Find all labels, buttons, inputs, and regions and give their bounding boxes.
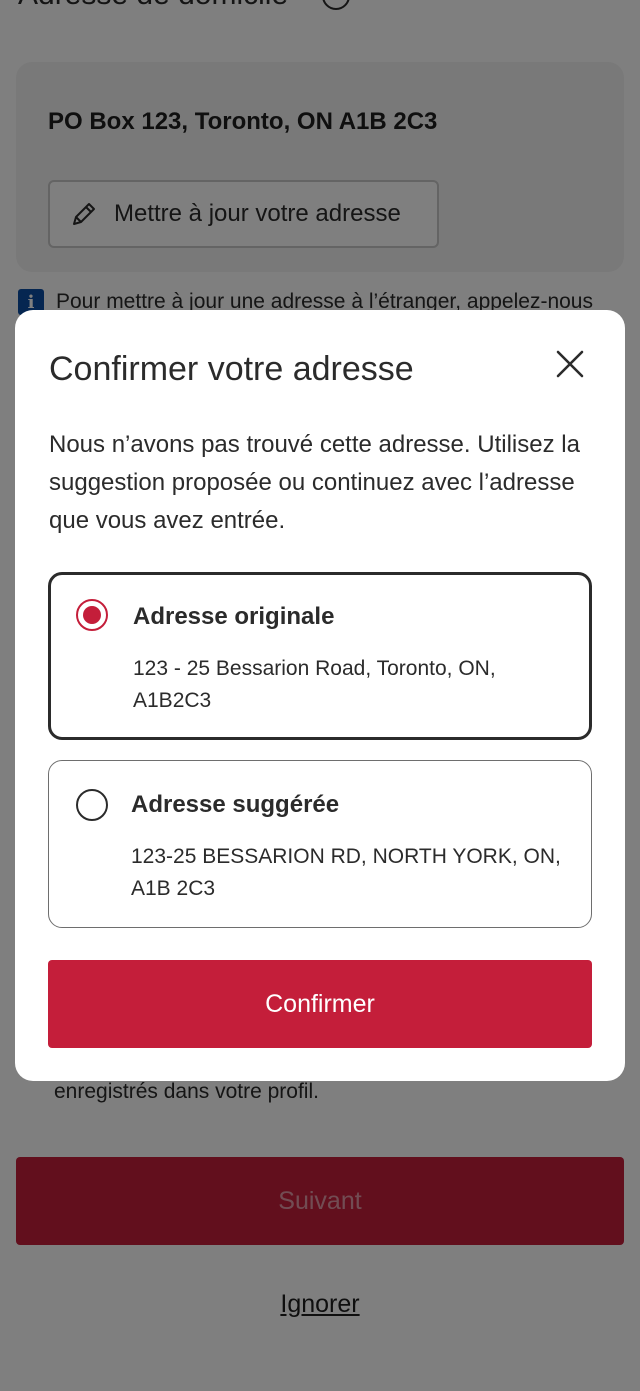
option-original-address[interactable]: Adresse originale 123 - 25 Bessarion Roa…	[48, 572, 592, 740]
modal-title: Confirmer votre adresse	[49, 350, 414, 388]
confirm-address-modal: Confirmer votre adresse Nous n’avons pas…	[15, 310, 625, 1081]
modal-description: Nous n’avons pas trouvé cette adresse. U…	[49, 431, 580, 534]
radio-suggested-address[interactable]	[76, 789, 108, 821]
option-title: Adresse suggérée	[131, 791, 340, 818]
close-button[interactable]	[550, 344, 590, 384]
confirm-button[interactable]: Confirmer	[48, 960, 592, 1048]
option-address: 123-25 BESSARION RD, NORTH YORK, ON, A1B…	[131, 845, 561, 900]
option-title: Adresse originale	[133, 603, 335, 630]
option-address: 123 - 25 Bessarion Road, Toronto, ON, A1…	[133, 657, 496, 712]
close-icon	[556, 350, 584, 378]
option-suggested-address[interactable]: Adresse suggérée 123-25 BESSARION RD, NO…	[48, 760, 592, 928]
radio-original-address[interactable]	[76, 599, 108, 631]
